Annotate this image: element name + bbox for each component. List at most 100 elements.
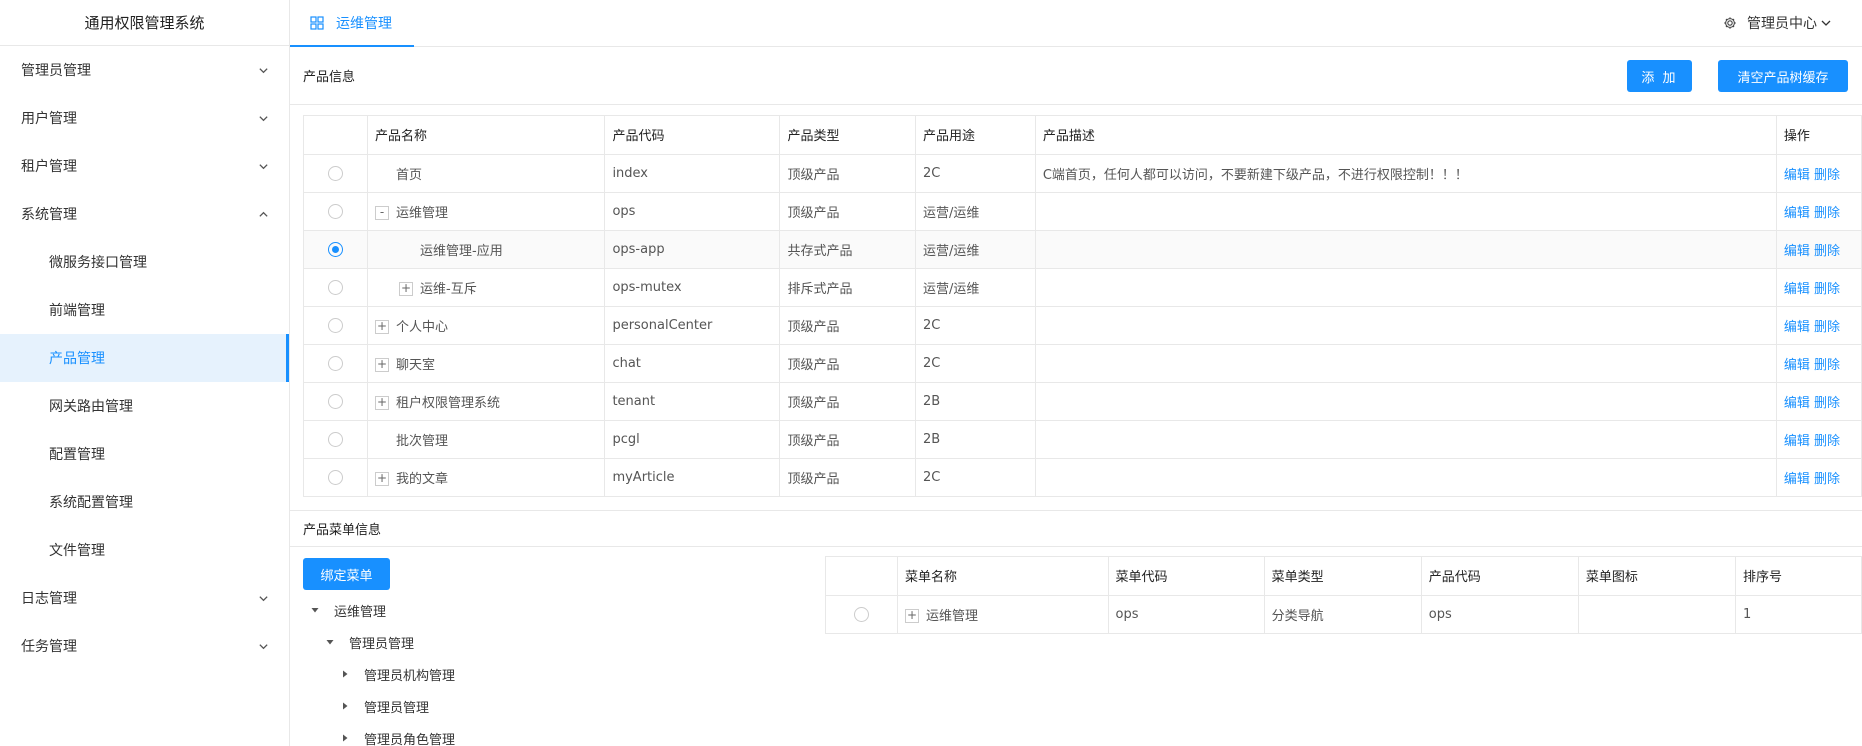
table-row[interactable]: + 聊天室 chat 顶级产品 2C 编辑 删除 (304, 344, 1862, 383)
edit-link[interactable]: 编辑 (1784, 358, 1810, 373)
expand-icon[interactable]: + (905, 609, 920, 624)
tab-ops[interactable]: 运维管理 (290, 0, 414, 47)
sidebar-item[interactable]: 日志管理 (0, 574, 289, 622)
product-desc-cell (1035, 306, 1777, 345)
sidebar-item-label: 前端管理 (49, 303, 105, 319)
sidebar-item[interactable]: 微服务接口管理 (0, 238, 289, 286)
caret-right-icon[interactable] (340, 701, 364, 711)
menu-table-header: 菜单名称 菜单代码 菜单类型 产品代码 菜单图标 排序号 (826, 557, 1862, 596)
caret-right-icon[interactable] (340, 733, 364, 743)
delete-link[interactable]: 删除 (1814, 434, 1840, 449)
table-row[interactable]: 批次管理 pcgl 顶级产品 2B 编辑 删除 (304, 420, 1862, 459)
admin-center-menu[interactable]: 管理员中心 (1723, 0, 1832, 46)
row-radio[interactable] (328, 203, 344, 219)
select-cell (826, 595, 899, 633)
table-row[interactable]: + 个人中心 personalCenter 顶级产品 2C 编辑 删除 (304, 306, 1862, 345)
delete-link[interactable]: 删除 (1814, 358, 1840, 373)
row-radio[interactable] (328, 431, 344, 447)
tree-node-label: 管理员机构管理 (364, 668, 456, 684)
menu-order-cell: 1 (1735, 595, 1862, 633)
edit-link[interactable]: 编辑 (1784, 320, 1810, 335)
sidebar-item-label: 租户管理 (21, 159, 77, 175)
actions-cell: 编辑 删除 (1776, 344, 1862, 383)
add-button[interactable]: 添 加 (1627, 60, 1692, 92)
sidebar-item[interactable]: 产品管理 (0, 334, 289, 382)
menu-code-cell: ops (1108, 595, 1265, 633)
sidebar-item[interactable]: 用户管理 (0, 94, 289, 142)
row-radio[interactable] (328, 279, 344, 295)
caret-right-icon[interactable] (340, 669, 364, 679)
delete-link[interactable]: 删除 (1814, 168, 1840, 183)
row-radio[interactable] (328, 469, 344, 485)
table-row[interactable]: + 租户权限管理系统 tenant 顶级产品 2B 编辑 删除 (304, 382, 1862, 421)
column-header: 菜单代码 (1108, 557, 1265, 596)
expand-icon[interactable]: + (375, 396, 390, 410)
collapse-icon[interactable]: - (375, 206, 390, 220)
edit-link[interactable]: 编辑 (1784, 396, 1810, 411)
product-code-cell: ops-app (604, 230, 781, 269)
actions-cell: 编辑 删除 (1776, 382, 1862, 421)
product-name-wrap: 批次管理 (375, 430, 448, 449)
delete-link[interactable]: 删除 (1814, 206, 1840, 221)
clear-product-tree-cache-button[interactable]: 清空产品树缓存 (1718, 60, 1848, 92)
edit-link[interactable]: 编辑 (1784, 282, 1810, 297)
menu-table: 菜单名称 菜单代码 菜单类型 产品代码 菜单图标 排序号 + 运维管理 ops 分类导… (825, 556, 1862, 634)
sidebar-item[interactable]: 配置管理 (0, 430, 289, 478)
table-row[interactable]: 运维管理-应用 ops-app 共存式产品 运营/运维 编辑 删除 (304, 230, 1862, 269)
table-row[interactable]: + 运维管理 ops 分类导航 ops 1 (826, 595, 1862, 633)
row-radio[interactable] (328, 393, 344, 409)
product-name-cell: + 租户权限管理系统 (367, 382, 606, 421)
edit-link[interactable]: 编辑 (1784, 472, 1810, 487)
expand-icon[interactable]: + (375, 320, 390, 334)
expand-icon[interactable]: + (399, 282, 414, 296)
tree-node[interactable]: 管理员机构管理 (303, 658, 723, 690)
expand-icon[interactable]: + (375, 472, 390, 487)
sidebar-menu: 管理员管理 用户管理租户管理系统管理 微服务接口管理前端管理产品管理 网关路由管理 配置… (0, 46, 289, 670)
sidebar-item[interactable]: 前端管理 (0, 286, 289, 334)
product-name: 运维管理 (396, 205, 449, 221)
caret-down-icon[interactable] (325, 637, 349, 647)
table-row[interactable]: - 运维管理 ops 顶级产品 运营/运维 编辑 删除 (304, 192, 1862, 231)
table-row[interactable]: + 运维-互斥 ops-mutex 排斥式产品 运营/运维 编辑 删除 (304, 268, 1862, 307)
chevron-down-icon (255, 62, 271, 78)
row-radio[interactable] (328, 317, 344, 333)
table-row[interactable]: + 我的文章 myArticle 顶级产品 2C 编辑 删除 (304, 458, 1862, 496)
admin-center-label: 管理员中心 (1747, 16, 1817, 32)
sidebar-item[interactable]: 租户管理 (0, 142, 289, 190)
select-column-header (304, 116, 369, 155)
edit-link[interactable]: 编辑 (1784, 244, 1810, 259)
row-radio[interactable] (328, 241, 344, 257)
delete-link[interactable]: 删除 (1814, 472, 1840, 487)
sidebar-item[interactable]: 系统管理 (0, 190, 289, 238)
delete-link[interactable]: 删除 (1814, 320, 1840, 335)
product-desc-cell (1035, 458, 1777, 496)
delete-link[interactable]: 删除 (1814, 244, 1840, 259)
sidebar-item[interactable]: 文件管理 (0, 526, 289, 574)
bind-menu-button[interactable]: 绑定菜单 (303, 558, 390, 590)
product-desc-cell (1035, 192, 1777, 231)
select-cell (304, 230, 369, 269)
tree-node[interactable]: 管理员角色管理 (303, 722, 723, 746)
tree-node[interactable]: 管理员管理 (303, 626, 723, 658)
edit-link[interactable]: 编辑 (1784, 206, 1810, 221)
sidebar-item[interactable]: 网关路由管理 (0, 382, 289, 430)
row-radio[interactable] (328, 355, 344, 371)
edit-link[interactable]: 编辑 (1784, 168, 1810, 183)
delete-link[interactable]: 删除 (1814, 282, 1840, 297)
sidebar-item[interactable]: 任务管理 (0, 622, 289, 670)
sidebar-item[interactable]: 管理员管理 (0, 46, 289, 94)
edit-link[interactable]: 编辑 (1784, 434, 1810, 449)
actions-cell: 编辑 删除 (1776, 192, 1862, 231)
expand-icon[interactable]: + (375, 358, 390, 372)
menu-type-cell: 分类导航 (1264, 595, 1422, 633)
row-radio[interactable] (854, 606, 869, 622)
tree-node[interactable]: 运维管理 (303, 594, 723, 626)
delete-link[interactable]: 删除 (1814, 396, 1840, 411)
tree-node[interactable]: 管理员管理 (303, 690, 723, 722)
sidebar-item[interactable]: 系统配置管理 (0, 478, 289, 526)
row-radio[interactable] (328, 165, 344, 181)
caret-down-icon[interactable] (310, 605, 334, 615)
main-content: 产品信息 添 加 清空产品树缓存 产品名称 产品代码 产品类型 产品用途 产品描… (290, 47, 1862, 746)
table-row[interactable]: 首页 index 顶级产品 2C C端首页，任何人都可以访问，不要新建下级产品，不进行权… (304, 154, 1862, 193)
select-cell (304, 458, 369, 496)
